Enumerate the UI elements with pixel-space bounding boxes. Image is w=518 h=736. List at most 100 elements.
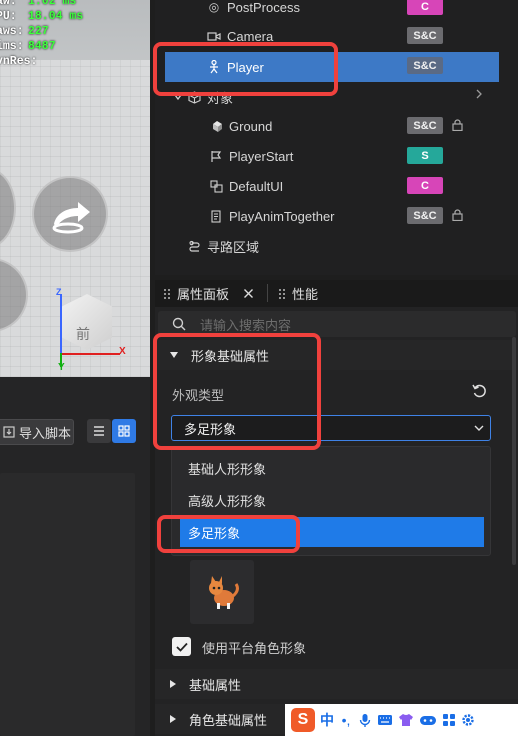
use-platform-avatar-checkbox[interactable]	[172, 637, 191, 656]
cube-icon	[209, 119, 223, 133]
badge-server: S	[407, 147, 443, 164]
search-input[interactable]: 请输入搜索内容	[158, 311, 516, 337]
hierarchy-item-label: PlayerStart	[229, 148, 294, 164]
skin-shirt-icon[interactable]	[398, 713, 414, 727]
grid-menu-icon[interactable]	[442, 713, 456, 727]
stat-row: PU: 18.04 ms	[0, 9, 83, 24]
list-icon	[94, 426, 104, 436]
character-preview[interactable]	[190, 560, 254, 624]
search-placeholder: 请输入搜索内容	[200, 317, 292, 333]
grid-view-button[interactable]	[112, 419, 136, 443]
appearance-type-value: 多足形象	[184, 421, 237, 437]
hierarchy-folder-objects[interactable]: 对象	[171, 82, 501, 112]
microphone-icon[interactable]	[358, 713, 372, 728]
stat-value: 1.02 ms	[28, 0, 77, 8]
list-view-button[interactable]	[87, 419, 111, 443]
search-icon	[172, 317, 186, 331]
hierarchy-item-playanimtogether[interactable]: PlayAnimTogether	[209, 201, 409, 231]
hierarchy-item-label: 对象	[207, 90, 234, 106]
hierarchy-item-label: PlayAnimTogether	[229, 208, 335, 224]
hierarchy-item-camera[interactable]: Camera	[207, 21, 407, 51]
properties-scrollbar[interactable]	[512, 337, 516, 565]
scene-viewport[interactable]: aw:1.02 ms PU:18.04 ms aws:227 ims:8487 …	[0, 0, 150, 377]
hierarchy-item-label: Ground	[229, 118, 273, 134]
keyboard-icon[interactable]	[377, 714, 393, 726]
post-process-icon: ◎	[208, 0, 220, 14]
ime-toolbar[interactable]: S 中 •,	[285, 704, 518, 736]
stat-key: vnRes:	[0, 55, 38, 68]
stat-row: aw: 1.02 ms	[0, 0, 83, 9]
ime-language-toggle[interactable]: 中	[320, 710, 334, 730]
hierarchy-item-label: Camera	[227, 28, 274, 44]
game-controller-icon[interactable]	[419, 714, 437, 726]
hierarchy-item-postprocess[interactable]: ◎ PostProcess	[207, 0, 407, 22]
import-script-button[interactable]: 导入脚本	[0, 419, 74, 445]
hierarchy-item-ground[interactable]: Ground	[209, 111, 409, 141]
tab-properties-label: 属性面板	[177, 287, 230, 302]
caret-down-icon	[170, 352, 178, 358]
hierarchy-item-label: 寻路区域	[207, 239, 260, 255]
chevron-right-icon[interactable]	[474, 88, 484, 103]
hierarchy-item-navmesh[interactable]: 寻路区域	[187, 231, 387, 261]
jump-arrow-icon	[52, 202, 90, 234]
hierarchy-item-defaultui[interactable]: DefaultUI	[209, 171, 409, 201]
section-basic-title: 基础属性	[189, 677, 242, 693]
section-basic-header[interactable]: 基础属性	[155, 669, 518, 699]
tab-performance[interactable]: 性能	[278, 280, 318, 307]
caret-right-icon	[170, 715, 176, 723]
stat-key: aws:	[0, 25, 24, 38]
script-panel: 导入脚本	[0, 377, 150, 736]
close-icon[interactable]	[243, 288, 254, 299]
section-appearance-title: 形象基础属性	[191, 348, 270, 364]
section-appearance-header[interactable]: 形象基础属性	[155, 340, 518, 370]
grid-icon	[118, 425, 130, 437]
stat-row: vnRes:	[0, 54, 83, 69]
hierarchy-item-label: Player	[227, 59, 264, 75]
badge-client: C	[407, 177, 443, 194]
tab-properties[interactable]: 属性面板	[163, 280, 254, 307]
script-icon	[209, 209, 223, 223]
navmesh-icon	[187, 239, 201, 253]
lock-icon[interactable]	[452, 119, 463, 131]
view-cube[interactable]: 前	[58, 288, 114, 350]
cat-avatar-icon	[209, 576, 239, 609]
stat-key: PU:	[0, 10, 17, 23]
stat-row: aws: 227	[0, 24, 83, 39]
import-script-label: 导入脚本	[19, 425, 72, 441]
hierarchy-item-label: DefaultUI	[229, 178, 284, 194]
z-axis-label: Z	[56, 287, 62, 297]
stat-value: 8487	[28, 40, 56, 53]
jump-button[interactable]	[32, 176, 108, 252]
y-axis-label: Y	[58, 362, 65, 373]
stat-row: ims: 8487	[0, 39, 83, 54]
appearance-type-label: 外观类型	[172, 388, 225, 403]
badge-server-client: S&C	[407, 27, 443, 44]
flag-icon	[209, 149, 223, 163]
stat-key: aw:	[0, 0, 17, 8]
chevron-down-icon	[474, 425, 484, 431]
badge-client: C	[407, 0, 443, 15]
option-label: 高级人形形象	[188, 493, 267, 509]
tab-performance-label: 性能	[292, 287, 319, 302]
reset-icon[interactable]	[472, 384, 487, 402]
caret-right-icon	[170, 680, 176, 688]
appearance-type-select[interactable]: 多足形象	[171, 415, 491, 441]
object-folder-icon	[187, 90, 201, 104]
option-label: 基础人形形象	[188, 461, 267, 477]
drag-handle-icon	[279, 288, 285, 299]
option-multi-legged[interactable]: 多足形象	[180, 517, 484, 547]
option-advanced-humanoid[interactable]: 高级人形形象	[171, 485, 491, 515]
hierarchy-item-player[interactable]: Player	[165, 52, 499, 82]
hierarchy-item-playerstart[interactable]: PlayerStart	[209, 141, 409, 171]
tab-divider	[267, 284, 268, 302]
option-label: 多足形象	[188, 525, 241, 541]
ui-icon	[209, 179, 223, 193]
punctuation-icon[interactable]: •,	[339, 712, 353, 728]
check-icon	[175, 642, 188, 652]
lock-icon[interactable]	[452, 209, 463, 221]
settings-gear-icon[interactable]	[461, 713, 475, 727]
sogou-logo-icon[interactable]: S	[291, 708, 315, 732]
script-list-area	[0, 473, 135, 736]
badge-server-client: S&C	[407, 207, 443, 224]
option-basic-humanoid[interactable]: 基础人形形象	[171, 453, 491, 483]
